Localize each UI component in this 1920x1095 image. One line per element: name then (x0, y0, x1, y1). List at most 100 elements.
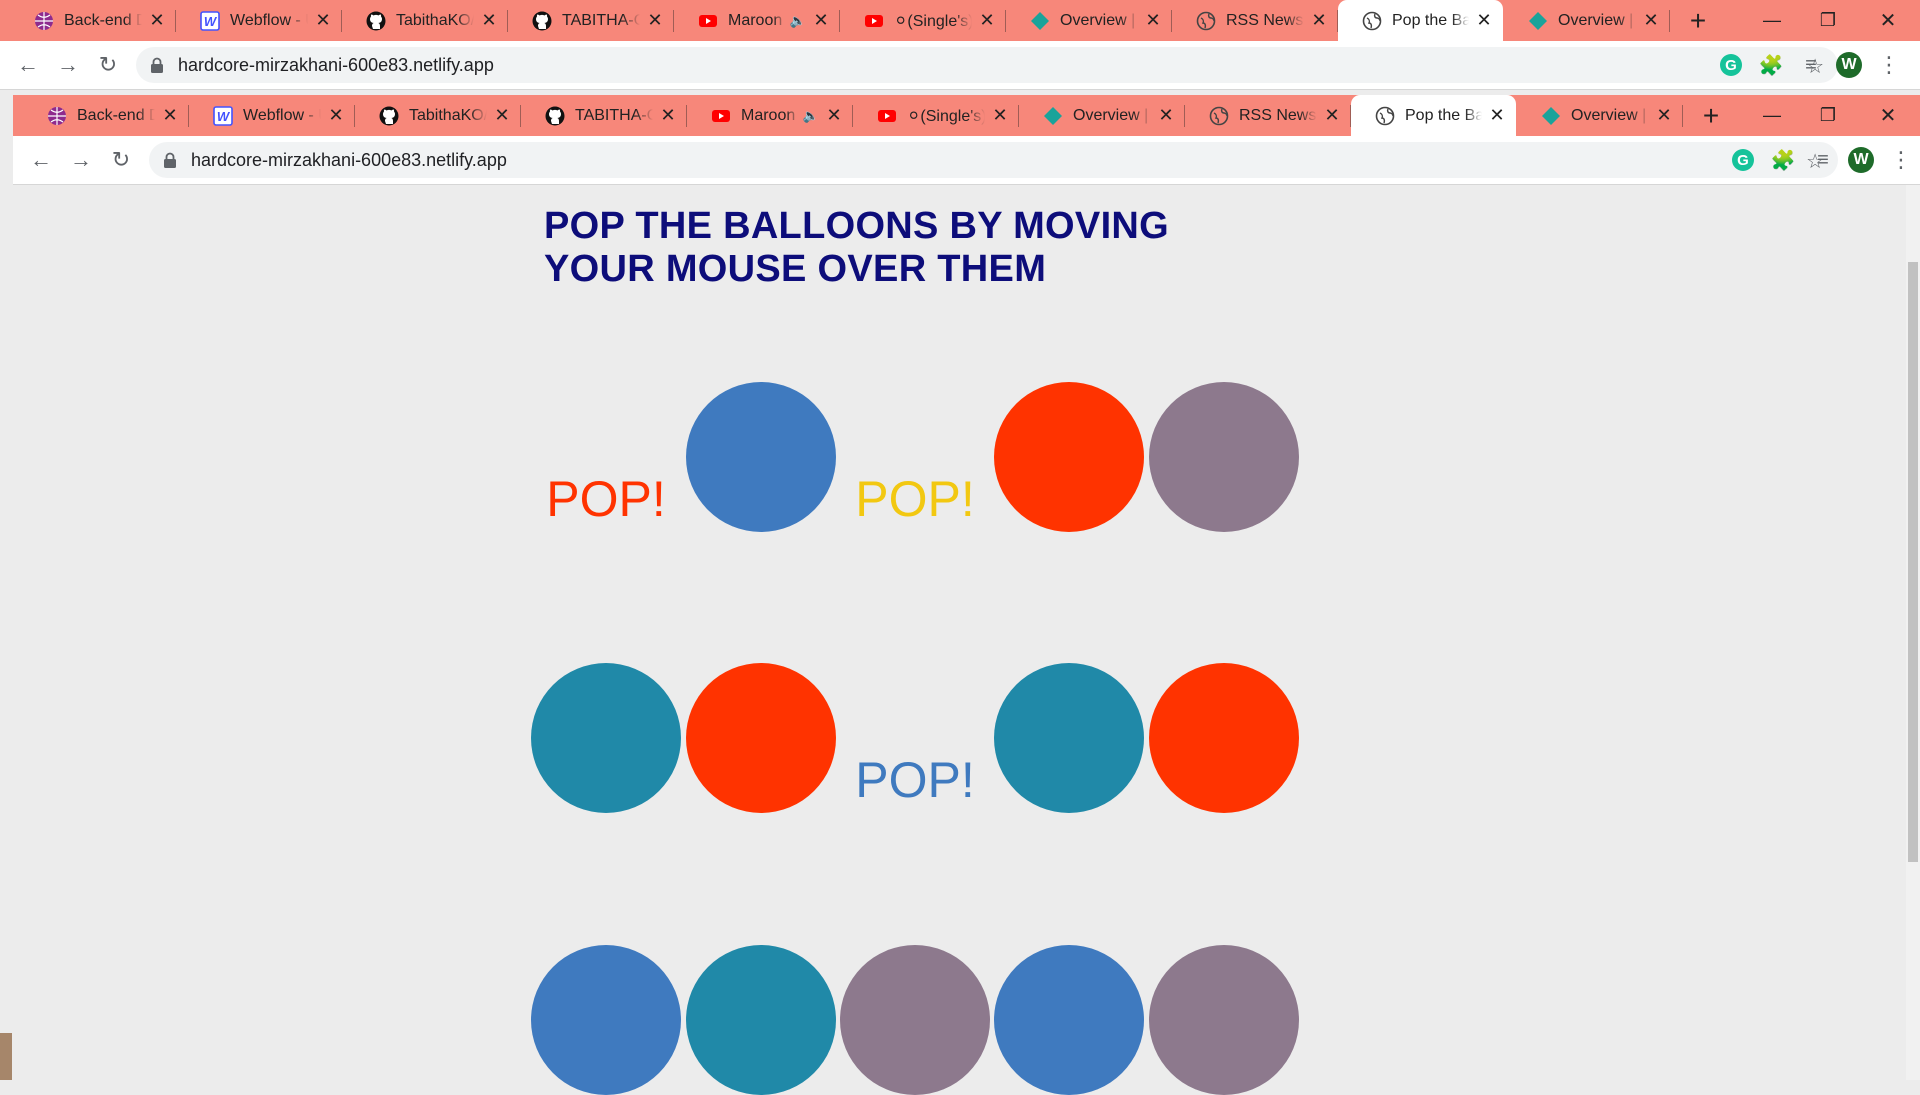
scrollbar-thumb[interactable] (1908, 262, 1918, 862)
balloon-red[interactable] (686, 663, 836, 813)
balloon-mauve[interactable] (1149, 945, 1299, 1095)
balloon-teal[interactable] (531, 663, 681, 813)
address-bar[interactable]: hardcore-mirzakhani-600e83.netlify.app ☆ (136, 47, 1838, 83)
page-scrollbar[interactable] (1906, 185, 1920, 1080)
inner-tab[interactable]: W Webflow - Ultimate ✕ (189, 95, 355, 136)
media-control-icon[interactable]: ≡ (1808, 145, 1838, 175)
balloon-mauve[interactable] (1149, 382, 1299, 532)
inner-tab[interactable]: Maroon 5🔈 ✕ (687, 95, 853, 136)
inner-tab[interactable]: TabithaKO/Tabitha ✕ (355, 95, 521, 136)
new-tab-button[interactable]: + (1680, 0, 1716, 41)
outer-tab[interactable]: Overview | fo ✕ (1006, 0, 1172, 41)
inner-tab[interactable]: TABITHA-OA ✕ (521, 95, 687, 136)
browser-menu-icon[interactable]: ⋮ (1886, 145, 1916, 175)
close-tab-icon[interactable]: ✕ (812, 10, 830, 30)
outer-tab[interactable]: RSS News Feed ✕ (1172, 0, 1338, 41)
close-window-button[interactable]: ✕ (1856, 95, 1920, 136)
outer-tab[interactable]: Back-end Developer ✕ (10, 0, 176, 41)
close-tab-icon[interactable]: ✕ (825, 105, 843, 125)
close-tab-icon[interactable]: ✕ (1144, 10, 1162, 30)
balloon-blue[interactable] (994, 945, 1144, 1095)
close-tab-icon[interactable]: ✕ (1488, 105, 1506, 125)
close-tab-icon[interactable]: ✕ (1642, 10, 1660, 30)
diamond-teal-icon (1030, 11, 1050, 31)
new-tab-button[interactable]: + (1693, 95, 1729, 136)
close-tab-icon[interactable]: ✕ (493, 105, 511, 125)
outer-tab[interactable]: ⚪(Single's)💔 ✕ (840, 0, 1006, 41)
lock-icon[interactable] (163, 152, 179, 168)
speaker-muted-icon[interactable]: 🔈 (803, 108, 819, 124)
outer-tab[interactable]: Pop the Balloons ✕ (1338, 0, 1503, 41)
tab-title: Back-end Developer (77, 106, 155, 124)
inner-tab[interactable]: Back-end Developer ✕ (23, 95, 189, 136)
close-tab-icon[interactable]: ✕ (1157, 105, 1175, 125)
restore-button[interactable]: ❐ (1800, 95, 1856, 136)
close-tab-icon[interactable]: ✕ (991, 105, 1009, 125)
outer-tab[interactable]: TabithaKO/Tabitha ✕ (342, 0, 508, 41)
lock-icon[interactable] (150, 57, 166, 73)
balloon-teal[interactable] (994, 663, 1144, 813)
browser-menu-icon[interactable]: ⋮ (1874, 50, 1904, 80)
minimize-button[interactable]: — (1744, 95, 1800, 136)
profile-avatar[interactable]: W (1834, 50, 1864, 80)
diamond-teal-icon (1541, 106, 1561, 126)
balloon-blue[interactable] (686, 382, 836, 532)
back-button[interactable]: ← (10, 47, 46, 83)
outer-tab[interactable]: Maroon 5🔈 ✕ (674, 0, 840, 41)
close-tab-icon[interactable]: ✕ (1475, 10, 1493, 30)
tab-title: TABITHA-OA (562, 11, 640, 29)
close-tab-icon[interactable]: ✕ (1323, 105, 1341, 125)
grammarly-icon[interactable]: G (1728, 145, 1758, 175)
balloon-red[interactable] (1149, 663, 1299, 813)
tab-title: TABITHA-OA (575, 106, 653, 124)
youtube-icon (711, 106, 731, 126)
forward-button[interactable]: → (63, 142, 99, 178)
close-tab-icon[interactable]: ✕ (646, 10, 664, 30)
balloon-teal[interactable] (686, 945, 836, 1095)
balloon-red[interactable] (994, 382, 1144, 532)
address-bar[interactable]: hardcore-mirzakhani-600e83.netlify.app ☆ (149, 142, 1838, 178)
close-tab-icon[interactable]: ✕ (148, 10, 166, 30)
inner-tab[interactable]: Overview | fo ✕ (1019, 95, 1185, 136)
page-content: POP THE BALLOONS BY MOVING YOUR MOUSE OV… (13, 185, 1920, 1095)
close-tab-icon[interactable]: ✕ (314, 10, 332, 30)
close-tab-icon[interactable]: ✕ (978, 10, 996, 30)
grammarly-icon[interactable]: G (1716, 50, 1746, 80)
profile-avatar[interactable]: W (1846, 145, 1876, 175)
webflow-icon: W (200, 10, 220, 31)
close-tab-icon[interactable]: ✕ (659, 105, 677, 125)
close-tab-icon[interactable]: ✕ (1310, 10, 1328, 30)
outer-tab[interactable]: Overview | sh ✕ (1504, 0, 1670, 41)
media-control-icon[interactable]: ≡ (1796, 50, 1826, 80)
balloon-blue[interactable] (531, 945, 681, 1095)
taskbar-edge (0, 1033, 12, 1080)
back-button[interactable]: ← (23, 142, 59, 178)
outer-tab[interactable]: TABITHA-OA ✕ (508, 0, 674, 41)
inner-tab[interactable]: ⚪(Single's)💔 ✕ (853, 95, 1019, 136)
close-tab-icon[interactable]: ✕ (327, 105, 345, 125)
outer-tab[interactable]: W Webflow - Ultimate ✕ (176, 0, 342, 41)
restore-button[interactable]: ❐ (1800, 0, 1856, 41)
tab-title: Overview | sh (1571, 106, 1649, 124)
reload-button[interactable]: ↻ (90, 47, 126, 83)
close-window-button[interactable]: ✕ (1856, 0, 1920, 41)
balloon-mauve[interactable] (840, 945, 990, 1095)
close-tab-icon[interactable]: ✕ (161, 105, 179, 125)
tab-title: Webflow - Ultimate (230, 11, 308, 29)
inner-tab[interactable]: RSS News Feed ✕ (1185, 95, 1351, 136)
close-tab-icon[interactable]: ✕ (480, 10, 498, 30)
tab-title: Overview | fo (1060, 11, 1138, 29)
globe-gray-icon (1196, 11, 1216, 31)
inner-tab[interactable]: Overview | sh ✕ (1517, 95, 1683, 136)
forward-button[interactable]: → (50, 47, 86, 83)
extensions-puzzle-icon[interactable]: 🧩 (1756, 50, 1786, 80)
diamond-teal-icon (1043, 106, 1063, 126)
inner-tab[interactable]: Pop the Balloons ✕ (1351, 95, 1516, 136)
close-tab-icon[interactable]: ✕ (1655, 105, 1673, 125)
speaker-muted-icon[interactable]: 🔈 (790, 13, 806, 29)
extensions-puzzle-icon[interactable]: 🧩 (1768, 145, 1798, 175)
tab-title: ⚪(Single's)💔 (907, 107, 985, 125)
tab-title: RSS News Feed (1239, 106, 1317, 124)
reload-button[interactable]: ↻ (103, 142, 139, 178)
minimize-button[interactable]: — (1744, 0, 1800, 41)
